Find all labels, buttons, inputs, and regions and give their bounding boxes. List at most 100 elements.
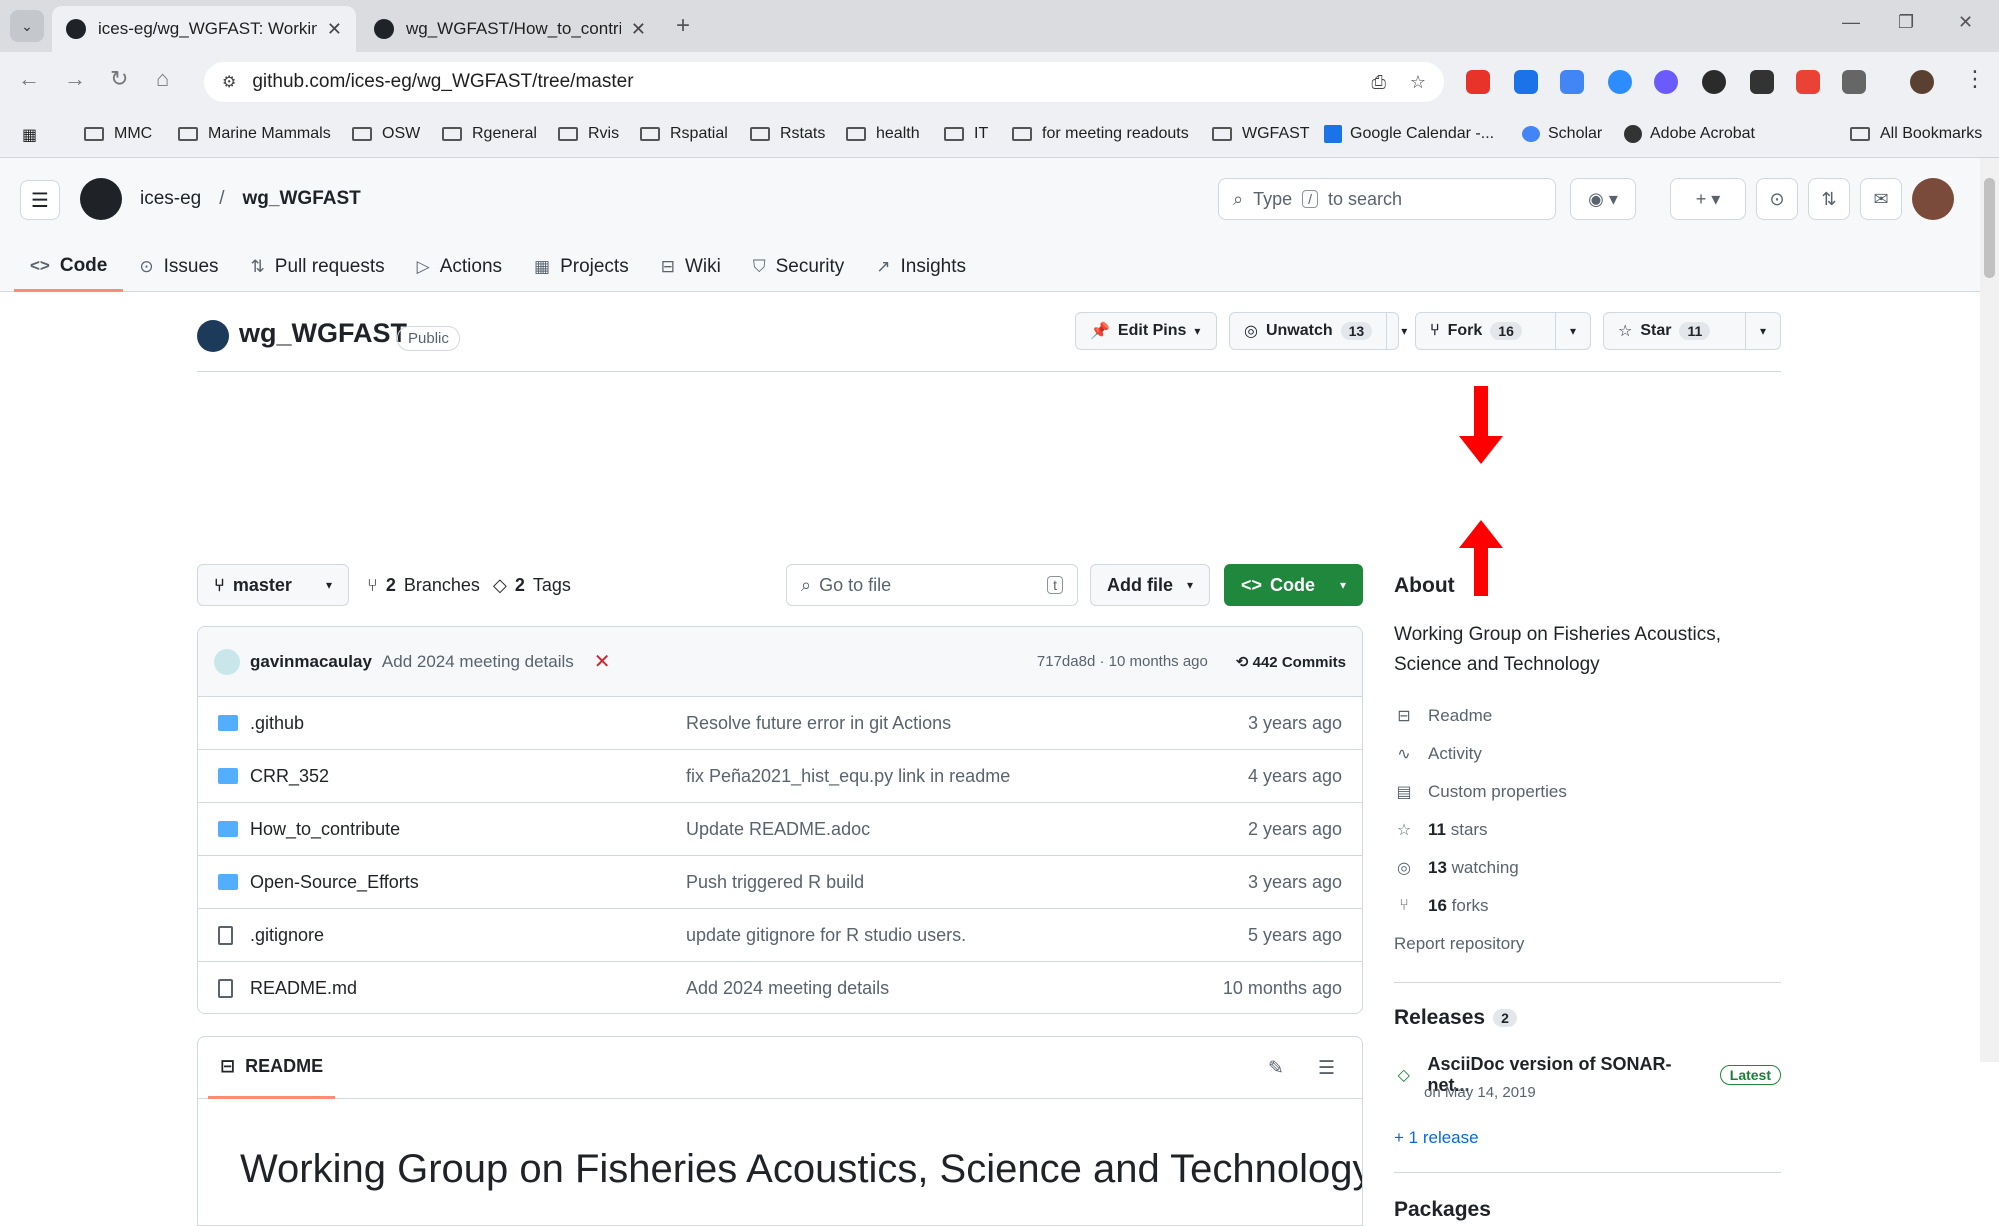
commit-message[interactable]: Add 2024 meeting details xyxy=(382,652,574,672)
tab-actions[interactable]: ▷ Actions xyxy=(401,242,518,292)
table-row[interactable]: How_to_contribute Update README.adoc 2 y… xyxy=(198,803,1362,856)
close-tab-icon[interactable]: ✕ xyxy=(327,19,342,40)
tab-code[interactable]: <> Code xyxy=(14,242,124,292)
browser-tab-active[interactable]: ices-eg/wg_WGFAST: Working G ✕ xyxy=(52,6,356,52)
bookmark-folder[interactable]: Rstats xyxy=(750,125,825,143)
custom-properties-link[interactable]: ▤ Custom properties xyxy=(1394,782,1566,802)
bookmark-star-icon[interactable]: ☆ xyxy=(1410,72,1426,93)
add-file-button[interactable]: Add file ▾ xyxy=(1090,564,1210,606)
close-tab-icon[interactable]: ✕ xyxy=(631,19,646,40)
table-row[interactable]: Open-Source_Efforts Push triggered R bui… xyxy=(198,856,1362,909)
owner-link[interactable]: ices-eg xyxy=(140,188,201,210)
tab-search-button[interactable]: ⌄ xyxy=(10,10,44,42)
activity-link[interactable]: ∿ Activity xyxy=(1394,744,1482,764)
tab-readme[interactable]: ⊟ README xyxy=(208,1037,336,1099)
forward-icon[interactable]: → xyxy=(64,66,86,92)
file-name[interactable]: Open-Source_Efforts xyxy=(250,872,419,893)
github-logo-icon[interactable] xyxy=(80,178,122,220)
tab-issues[interactable]: ⊙ Issues xyxy=(123,242,234,292)
tab-security[interactable]: ⛉ Security xyxy=(737,242,860,292)
minimize-icon[interactable]: — xyxy=(1842,12,1860,33)
bookmark-folder[interactable]: Rspatial xyxy=(640,125,728,143)
user-avatar[interactable] xyxy=(1912,178,1954,220)
tab-projects[interactable]: ▦ Projects xyxy=(518,242,645,292)
releases-title[interactable]: Releases 2 xyxy=(1394,1006,1517,1030)
bookmark-folder[interactable]: OSW xyxy=(352,125,420,143)
bookmark-folder[interactable]: Rvis xyxy=(558,125,619,143)
table-row[interactable]: README.md Add 2024 meeting details 10 mo… xyxy=(198,962,1362,1013)
zoom-extension-icon[interactable] xyxy=(1608,70,1632,94)
chevron-down-icon[interactable]: ▾ xyxy=(1554,313,1590,349)
file-commit-message[interactable]: update gitignore for R studio users. xyxy=(686,925,966,946)
bookmark-folder[interactable]: for meeting readouts xyxy=(1012,125,1189,143)
file-name[interactable]: README.md xyxy=(250,978,357,999)
repo-name[interactable]: wg_WGFAST xyxy=(239,318,407,349)
home-icon[interactable]: ⌂ xyxy=(156,66,169,92)
bookmark-link[interactable]: Adobe Acrobat xyxy=(1624,125,1755,143)
file-name[interactable]: How_to_contribute xyxy=(250,819,400,840)
file-commit-message[interactable]: Push triggered R build xyxy=(686,872,864,893)
table-row[interactable]: .github Resolve future error in git Acti… xyxy=(198,697,1362,750)
fork-button[interactable]: ⑂ Fork 16 ▾ xyxy=(1415,312,1591,350)
edit-pins-button[interactable]: 📌 Edit Pins ▾ xyxy=(1075,312,1217,350)
repo-link[interactable]: wg_WGFAST xyxy=(243,188,361,210)
file-commit-message[interactable]: Add 2024 meeting details xyxy=(686,978,889,999)
tags-link[interactable]: ◇ 2 Tags xyxy=(493,564,571,606)
search-input[interactable]: ⌕ Type / to search xyxy=(1218,178,1556,220)
bookmark-folder[interactable]: Marine Mammals xyxy=(178,125,331,143)
readme-link[interactable]: ⊟ Readme xyxy=(1394,706,1492,726)
restore-icon[interactable]: ❐ xyxy=(1898,12,1914,33)
bookmark-folder[interactable]: IT xyxy=(944,125,988,143)
branches-link[interactable]: ⑂ 2 Branches xyxy=(367,564,480,606)
file-name[interactable]: CRR_352 xyxy=(250,766,329,787)
avatar[interactable] xyxy=(214,648,240,675)
chevron-down-icon[interactable]: ▾ xyxy=(1744,313,1780,349)
file-name[interactable]: .github xyxy=(250,713,304,734)
forks-link[interactable]: ⑂ 16 forks xyxy=(1394,896,1488,916)
extension-icon[interactable] xyxy=(1466,70,1490,94)
stars-link[interactable]: ☆ 11 stars xyxy=(1394,820,1488,840)
bookmark-folder[interactable]: Rgeneral xyxy=(442,125,537,143)
reload-icon[interactable]: ↻ xyxy=(110,66,128,92)
table-row[interactable]: CRR_352 fix Peña2021_hist_equ.py link in… xyxy=(198,750,1362,803)
file-name[interactable]: .gitignore xyxy=(250,925,324,946)
report-repository-link[interactable]: Report repository xyxy=(1394,934,1524,954)
bookmark-link[interactable]: Google Calendar -... xyxy=(1324,125,1494,143)
tab-wiki[interactable]: ⊟ Wiki xyxy=(645,242,737,292)
close-window-icon[interactable]: ✕ xyxy=(1958,12,1973,33)
packages-title[interactable]: Packages xyxy=(1394,1198,1491,1222)
go-to-file-input[interactable]: ⌕ Go to file t xyxy=(786,564,1078,606)
extensions-puzzle-icon[interactable] xyxy=(1842,70,1866,94)
inbox-icon[interactable]: ✉ xyxy=(1860,178,1902,220)
new-tab-icon[interactable]: + xyxy=(676,12,690,40)
pull-requests-icon[interactable]: ⇅ xyxy=(1808,178,1850,220)
table-row[interactable]: .gitignore update gitignore for R studio… xyxy=(198,909,1362,962)
scrollbar-thumb[interactable] xyxy=(1984,178,1995,278)
create-new-button[interactable]: + ▾ xyxy=(1670,178,1746,220)
bookmark-folder[interactable]: health xyxy=(846,125,920,143)
extension-icon[interactable] xyxy=(1654,70,1678,94)
apps-grid-icon[interactable]: ▦ xyxy=(22,125,37,145)
back-icon[interactable]: ← xyxy=(18,66,40,92)
browser-tab-inactive[interactable]: wg_WGFAST/How_to_contribute ✕ xyxy=(360,6,660,52)
file-commit-message[interactable]: fix Peña2021_hist_equ.py link in readme xyxy=(686,766,1010,787)
hamburger-menu-icon[interactable]: ☰ xyxy=(20,180,60,220)
site-info-icon[interactable]: ⚙ xyxy=(222,72,236,92)
copilot-button[interactable]: ◉ ▾ xyxy=(1570,178,1636,220)
commit-hash-time[interactable]: 717da8d · 10 months ago xyxy=(1037,653,1208,670)
branch-select[interactable]: ⑂ master ▾ xyxy=(197,564,349,606)
bookmark-link[interactable]: Scholar xyxy=(1522,125,1602,143)
extension-icon[interactable] xyxy=(1560,70,1584,94)
code-button[interactable]: <> Code ▾ xyxy=(1224,564,1363,606)
extension-icon[interactable] xyxy=(1796,70,1820,94)
star-button[interactable]: ☆ Star 11 ▾ xyxy=(1603,312,1781,350)
unwatch-button[interactable]: ◎ Unwatch 13 ▾ xyxy=(1229,312,1407,350)
all-bookmarks[interactable]: All Bookmarks xyxy=(1850,125,1982,143)
issues-icon[interactable]: ⊙ xyxy=(1756,178,1798,220)
commit-author[interactable]: gavinmacaulay xyxy=(250,652,372,672)
install-app-icon[interactable]: ⎙ xyxy=(1371,72,1385,93)
more-releases-link[interactable]: + 1 release xyxy=(1394,1128,1479,1148)
browser-menu-icon[interactable]: ⋮ xyxy=(1964,66,1986,92)
extension-icon[interactable] xyxy=(1702,70,1726,94)
bookmark-folder[interactable]: MMC xyxy=(84,125,152,143)
